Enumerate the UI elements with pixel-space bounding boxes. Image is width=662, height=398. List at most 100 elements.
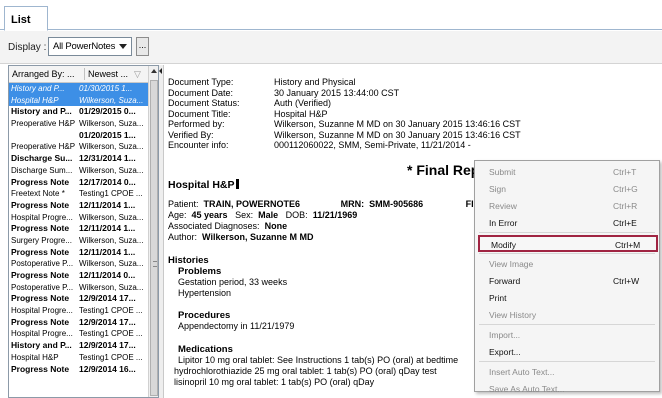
list-item[interactable]: Progress Note 12/11/2014 1... (9, 200, 148, 212)
list-item[interactable]: Postoperative P... Wilkerson, Suza... (9, 282, 148, 294)
procedure-item: Appendectomy in 11/21/1979 (178, 321, 295, 331)
display-dropdown[interactable]: All PowerNotes (48, 37, 132, 56)
list-item-detail: 12/31/2014 1... (79, 153, 136, 164)
metadata-row: Verified By: Wilkerson, Suzanne M MD on 3… (168, 130, 521, 141)
list-item-title: Progress Note (11, 199, 70, 210)
list-item-detail: Wilkerson, Suza... (79, 142, 144, 152)
list-item[interactable]: Postoperative P... Wilkerson, Suza... (9, 258, 148, 270)
column-divider (84, 68, 85, 80)
list-item[interactable]: 01/20/2015 1... (9, 130, 148, 142)
list-item-detail: 01/30/2015 1... (79, 84, 133, 93)
list-item-title: Hospital Progre... (11, 306, 73, 316)
list-item[interactable]: History and P... 12/9/2014 17... (9, 340, 148, 352)
scroll-up-icon[interactable] (151, 69, 157, 73)
display-options-button[interactable]: ... (136, 37, 149, 56)
menu-item-print[interactable]: Print (475, 290, 659, 307)
list-item[interactable]: Progress Note 12/17/2014 0... (9, 177, 148, 189)
text-cursor (235, 179, 239, 189)
list-item-title: Progress Note (11, 223, 70, 234)
menu-item-label: Review (489, 201, 517, 211)
list-scrollbar[interactable] (148, 66, 158, 397)
medications-heading: Medications (178, 344, 233, 355)
display-dropdown-value: All PowerNotes (53, 41, 116, 52)
metadata-value: Hospital H&P (274, 108, 328, 119)
list-item[interactable]: Progress Note 12/9/2014 17... (9, 293, 148, 305)
list-item-title: Freetext Note * (11, 189, 65, 199)
document-list-panel: Arranged By: ... Newest ... ▽ History an… (8, 65, 159, 398)
filter-icon[interactable]: ▽ (134, 69, 141, 80)
list-item-detail: 12/9/2014 16... (79, 363, 136, 374)
tab-list[interactable]: List (4, 6, 48, 31)
list-item-title: Progress Note (11, 246, 70, 257)
list-item[interactable]: History and P... 01/29/2015 0... (9, 106, 148, 118)
medication-item: Lipitor 10 mg oral tablet: See Instructi… (178, 355, 459, 365)
list-item[interactable]: Hospital Progre... Testing1 CPOE ... (9, 305, 148, 317)
menu-item-label: Import... (489, 330, 521, 340)
list-item-title: Postoperative P... (11, 259, 74, 269)
list-item-detail: 12/11/2014 1... (79, 199, 136, 210)
menu-item-modify[interactable]: Modify Ctrl+M (478, 235, 658, 252)
list-item[interactable]: Preoperative H&P Wilkerson, Suza... (9, 141, 148, 153)
menu-item-view-history[interactable]: View History (475, 307, 659, 324)
list-item-detail: 01/29/2015 0... (79, 106, 136, 117)
list-item[interactable]: Preoperative H&P Wilkerson, Suza... (9, 118, 148, 130)
metadata-value: 30 January 2015 13:44:00 CST (274, 87, 400, 98)
list-item[interactable]: Progress Note 12/11/2014 0... (9, 270, 148, 282)
sort-order-column[interactable]: Newest ... (88, 69, 134, 79)
list-item[interactable]: Surgery Progre... Wilkerson, Suza... (9, 235, 148, 247)
list-item-detail: Wilkerson, Suza... (79, 235, 144, 245)
list-item[interactable]: Hospital Progre... Testing1 CPOE ... (9, 328, 148, 340)
menu-item-shortcut: Ctrl+T (613, 167, 637, 177)
list-item[interactable]: Hospital Progre... Wilkerson, Suza... (9, 212, 148, 224)
arranged-by-column[interactable]: Arranged By: ... (12, 69, 84, 79)
menu-item-label: Modify (491, 240, 517, 250)
list-item-detail: Wilkerson, Suza... (79, 259, 144, 269)
menu-item-export[interactable]: Export... (475, 344, 659, 361)
list-item[interactable]: Hospital H&P Wilkerson, Suza... (9, 94, 148, 107)
age-label: Age: (168, 210, 187, 220)
list-item-detail: 12/11/2014 0... (79, 270, 136, 280)
list-item[interactable]: Discharge Su... 12/31/2014 1... (9, 153, 148, 165)
list-item[interactable]: Progress Note 12/9/2014 16... (9, 364, 148, 376)
list-item[interactable]: Progress Note 12/9/2014 17... (9, 317, 148, 329)
patient-name: TRAIN, POWERNOTE6 (203, 199, 301, 209)
mrn-value: SMM-905686 (369, 199, 424, 209)
list-item-title: Progress Note (11, 270, 70, 280)
menu-item-forward[interactable]: Forward Ctrl+W (475, 273, 659, 290)
list-item-detail: 01/20/2015 1... (79, 129, 136, 140)
list-item[interactable]: History and P... 01/30/2015 1... (9, 83, 148, 95)
menu-item-sign[interactable]: Sign Ctrl+G (475, 181, 659, 198)
menu-item-submit[interactable]: Submit Ctrl+T (475, 164, 659, 181)
demographics-line: Age: 45 years Sex: Male DOB: 11/21/1969 (168, 210, 357, 220)
author-value: Wilkerson, Suzanne M MD (202, 232, 314, 242)
menu-separator (479, 361, 655, 362)
collapse-left-icon[interactable] (159, 68, 162, 74)
list-item-title: History and P... (11, 340, 72, 351)
list-item[interactable]: Discharge Sum... Wilkerson, Suza... (9, 165, 148, 177)
scrollbar-thumb[interactable] (150, 80, 158, 396)
menu-item-review[interactable]: Review Ctrl+R (475, 198, 659, 215)
metadata-row: Document Date: 30 January 2015 13:44:00 C… (168, 88, 521, 99)
list-item-detail: 12/17/2014 0... (79, 176, 136, 187)
menu-item-insert-auto-text[interactable]: Insert Auto Text... (475, 364, 659, 381)
list-item-title: Hospital Progre... (11, 329, 73, 339)
menu-item-in-error[interactable]: In Error Ctrl+E (475, 215, 659, 232)
document-list: History and P... 01/30/2015 1... Hospital … (9, 83, 148, 375)
list-item[interactable]: Progress Note 12/11/2014 1... (9, 223, 148, 235)
menu-item-view-image[interactable]: View Image (475, 256, 659, 273)
list-item[interactable]: Progress Note 12/11/2014 1... (9, 247, 148, 259)
metadata-value: 000112060022, SMM, Semi-Private, 11/21/2… (274, 140, 471, 150)
metadata-row: Document Type: History and Physical (168, 77, 521, 88)
metadata-key: Document Status: (168, 98, 240, 108)
sex-label: Sex: (235, 210, 254, 220)
metadata-key: Document Title: (168, 108, 231, 119)
list-item[interactable]: Hospital H&P Testing1 CPOE ... (9, 352, 148, 364)
menu-item-import[interactable]: Import... (475, 327, 659, 344)
sex-value: Male (258, 210, 279, 220)
list-item-detail: 12/9/2014 17... (79, 316, 136, 327)
menu-item-save-as-auto-text[interactable]: Save As Auto Text... (475, 381, 659, 398)
list-item-title: Hospital H&P (11, 95, 59, 105)
list-item[interactable]: Freetext Note * Testing1 CPOE ... (9, 188, 148, 200)
histories-heading: Histories (168, 255, 209, 266)
age-value: 45 years (191, 210, 228, 220)
